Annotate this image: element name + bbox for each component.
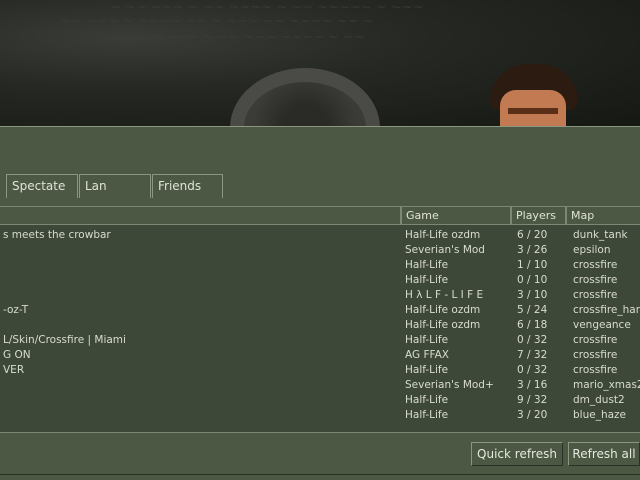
server-game: Half-Life ozdm xyxy=(405,229,481,241)
server-row[interactable]: Half-Life ozdm 6 / 18 vengeance xyxy=(0,318,640,333)
server-map: epsilon xyxy=(573,244,611,256)
server-players: 0 / 32 xyxy=(517,364,548,376)
column-header-game[interactable]: Game xyxy=(401,206,511,225)
server-name: -oz-T xyxy=(3,304,29,316)
column-header-map[interactable]: Map xyxy=(566,206,640,225)
server-row[interactable]: Half-Life 0 / 10 crossfire xyxy=(0,273,640,288)
server-game: Half-Life xyxy=(405,274,449,286)
server-game: H λ L F - L I F E xyxy=(405,289,484,301)
server-players: 3 / 26 xyxy=(517,244,548,256)
server-players: 3 / 20 xyxy=(517,409,548,421)
server-map: crossfire xyxy=(573,259,618,271)
server-row[interactable]: Severian's Mod 3 / 26 epsilon xyxy=(0,243,640,258)
background-scribble: ~ ~~~~ ~ ~~ ~~~ ~~~~ ~ ~~ xyxy=(140,30,365,45)
server-game: Severian's Mod xyxy=(405,244,485,256)
server-game: Half-Life xyxy=(405,394,449,406)
server-game: AG FFAX xyxy=(405,349,449,361)
server-row[interactable]: Half-Life 9 / 32 dm_dust2 xyxy=(0,393,640,408)
server-map: mario_xmas2 xyxy=(573,379,640,391)
server-map: dunk_tank xyxy=(573,229,628,241)
server-players: 9 / 32 xyxy=(517,394,548,406)
background-artwork: ~ ~~ ~~~ ~ ~~ ~~~~ ~ ~~ ~~~~~ ~ ~~~ ~~ ~… xyxy=(0,0,640,128)
server-players: 6 / 18 xyxy=(517,319,548,331)
server-map: crossfire_har xyxy=(573,304,640,316)
character-portrait xyxy=(490,64,578,128)
refresh-all-button[interactable]: Refresh all xyxy=(568,442,640,466)
server-players: 3 / 16 xyxy=(517,379,548,391)
bottom-divider xyxy=(0,474,640,475)
server-players: 6 / 20 xyxy=(517,229,548,241)
server-game: Half-Life ozdm xyxy=(405,319,481,331)
server-row[interactable]: s meets the crowbar Half-Life ozdm 6 / 20 d… xyxy=(0,228,640,243)
server-map: vengeance xyxy=(573,319,631,331)
server-game: Half-Life ozdm xyxy=(405,304,481,316)
tab-spectate[interactable]: Spectate xyxy=(6,174,78,198)
server-players: 0 / 32 xyxy=(517,334,548,346)
server-row[interactable]: -oz-T Half-Life ozdm 5 / 24 crossfire_har xyxy=(0,303,640,318)
server-game: Half-Life xyxy=(405,409,449,421)
quick-refresh-button[interactable]: Quick refresh xyxy=(471,442,563,466)
server-game: Half-Life xyxy=(405,259,449,271)
server-row[interactable]: Half-Life 1 / 10 crossfire xyxy=(0,258,640,273)
server-game: Half-Life xyxy=(405,364,449,376)
server-map: crossfire xyxy=(573,349,618,361)
server-players: 0 / 10 xyxy=(517,274,548,286)
server-game: Severian's Mod+ xyxy=(405,379,494,391)
server-row[interactable]: VER Half-Life 0 / 32 crossfire xyxy=(0,363,640,378)
server-game: Half-Life xyxy=(405,334,449,346)
background-scribble: ~ ~~ ~~~ ~ ~~ ~~~~ ~ ~~ ~~~~~ ~ ~~~ xyxy=(110,0,424,15)
background-ring xyxy=(230,68,380,128)
server-row[interactable]: G ON AG FFAX 7 / 32 crossfire xyxy=(0,348,640,363)
column-header-players[interactable]: Players xyxy=(511,206,566,225)
list-separator xyxy=(0,432,640,433)
server-name: L/Skin/Crossfire | Miami xyxy=(3,334,126,346)
server-players: 3 / 10 xyxy=(517,289,548,301)
server-row[interactable]: L/Skin/Crossfire | Miami Half-Life 0 / 32 c… xyxy=(0,333,640,348)
server-map: crossfire xyxy=(573,274,618,286)
server-players: 1 / 10 xyxy=(517,259,548,271)
background-scribble: ~~ ~~~ ~ ~~~~ ~~ ~ ~~~ ~~ ~~~~ ~~ ~ xyxy=(60,14,374,29)
server-name: VER xyxy=(3,364,25,376)
server-row[interactable]: Severian's Mod+ 3 / 16 mario_xmas2 xyxy=(0,378,640,393)
server-map: crossfire xyxy=(573,289,618,301)
server-map: crossfire xyxy=(573,364,618,376)
server-players: 7 / 32 xyxy=(517,349,548,361)
server-players: 5 / 24 xyxy=(517,304,548,316)
server-map: crossfire xyxy=(573,334,618,346)
server-row[interactable]: Half-Life 3 / 20 blue_haze xyxy=(0,408,640,423)
server-map: dm_dust2 xyxy=(573,394,625,406)
server-row[interactable]: H λ L F - L I F E 3 / 10 crossfire xyxy=(0,288,640,303)
server-name: s meets the crowbar xyxy=(3,229,111,241)
tab-friends[interactable]: Friends xyxy=(152,174,223,198)
tab-lan[interactable]: Lan xyxy=(79,174,151,198)
server-name: G ON xyxy=(3,349,31,361)
column-header-name[interactable] xyxy=(0,206,401,225)
server-map: blue_haze xyxy=(573,409,627,421)
